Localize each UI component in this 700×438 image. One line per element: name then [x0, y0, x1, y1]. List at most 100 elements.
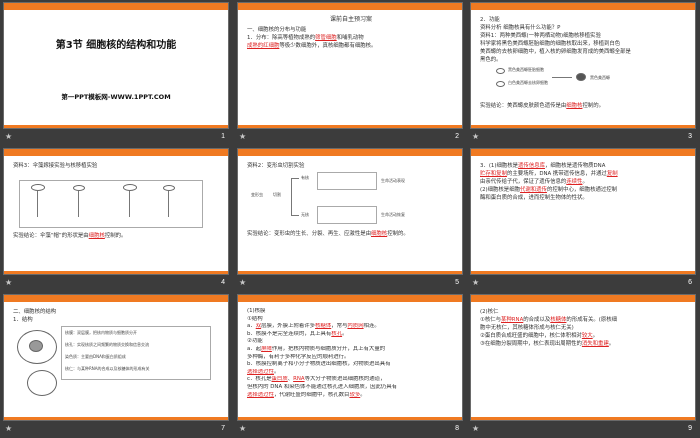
slide-body: 二、细胞核的结构 1．结构 核膜：双层膜，把核内物质与细胞质分开 核孔：实现核质…: [13, 308, 221, 415]
star-icon[interactable]: ★: [5, 277, 12, 289]
thumbnail-footer: ★ 3: [470, 131, 696, 143]
slide-body: (2)核仁 ①核仁与某种RNA的合成以及核糖体的形成有关。(原核细 胞中无核仁，…: [480, 308, 688, 415]
text-line: 一、细胞核的分布与功能: [247, 27, 307, 33]
slide-number: 1: [221, 133, 225, 140]
thumbnail-footer: ★ 2: [237, 131, 463, 143]
slide-bottom-bar: [4, 271, 228, 274]
result-box: [317, 206, 377, 224]
slide-4[interactable]: 资料3：伞藻嫁接实验与核移植实验 实验结论：伞藻“帽”的形状是由细胞核控制的。: [3, 148, 229, 275]
star-icon[interactable]: ★: [239, 423, 246, 435]
text-line: b．核膜控制离子和小分子物质进出细胞核，对物质进出具有: [247, 361, 391, 368]
slide-top-bar: [238, 3, 462, 10]
diagram-label: 黑色美西螈: [590, 75, 610, 80]
slide-thumbnail-4[interactable]: 资料3：伞藻嫁接实验与核移植实验 实验结论：伞藻“帽”的形状是由细胞核控制的。 …: [0, 146, 233, 292]
text-line: 资料分析 细胞核具有什么功能？P: [480, 25, 561, 31]
text-line: 贮存和复制的主要场所，DNA 携带遗传信息，并通过复制: [480, 171, 618, 177]
slide-number: 2: [455, 133, 459, 140]
section-header: 课前自主预习案: [329, 16, 372, 23]
thumbnail-footer: ★ 1: [3, 131, 229, 143]
star-icon[interactable]: ★: [472, 423, 479, 435]
slide-bottom-bar: [471, 417, 695, 420]
slide-3[interactable]: 2．功能 资料分析 细胞核具有什么功能？P 资料1：两种美西螈(一种两栖动物)细…: [470, 2, 696, 129]
slide-thumbnail-3[interactable]: 2．功能 资料分析 细胞核具有什么功能？P 资料1：两种美西螈(一种两栖动物)细…: [467, 0, 700, 146]
slide-body: (1)核膜 ①结构 a．双层膜，外膜上附着许多核糖体，常与内质网相连。 b．核膜…: [247, 308, 455, 415]
text-line: 但核内的 DNA 和染色体不能通过核孔进入细胞质，因此仍具有: [247, 383, 398, 390]
diagram-label: 变形虫: [251, 192, 263, 197]
text-line: c．核孔是蛋白质、RNA等大分子物质进出细胞核的通道，: [247, 376, 386, 383]
text-line: 美西螈的去核卵细胞中，植入核的卵细胞发育成的美西螈全部是: [480, 49, 631, 55]
slide-number: 8: [455, 425, 459, 432]
text-line: (1)核膜: [247, 308, 266, 314]
star-icon[interactable]: ★: [239, 131, 246, 143]
text-line: 3．(1)细胞核是遗传信息库，细胞核是遗传物质DNA: [480, 163, 606, 169]
star-icon[interactable]: ★: [472, 131, 479, 143]
text-line: ②蛋白质合成旺盛的细胞中，核仁体积相对较大。: [480, 333, 599, 339]
slide-2[interactable]: 课前自主预习案 一、细胞核的分布与功能 1．分布：除高等植物成熟的筛管细胞和哺乳…: [237, 2, 463, 129]
cap-shape: [31, 184, 45, 191]
embryo-cell: [496, 68, 505, 74]
cap-shape: [123, 184, 137, 191]
text-line: ③在细胞分裂周期中，核仁表现出周期性的消失和重建。: [480, 341, 615, 347]
slide-8[interactable]: (1)核膜 ①结构 a．双层膜，外膜上附着许多核糖体，常与内质网相连。 b．核膜…: [237, 294, 463, 421]
slide-9[interactable]: (2)核仁 ①核仁与某种RNA的合成以及核糖体的形成有关。(原核细 胞中无核仁，…: [470, 294, 696, 421]
slide-5[interactable]: 资料2：变形虫切割实验 变形虫 切割 有核 无核 生命活动表现 生命活动恢复 实…: [237, 148, 463, 275]
star-icon[interactable]: ★: [5, 423, 12, 435]
diagram-label: 生命活动恢复: [381, 212, 405, 217]
text-line: 资料1：两种美西螈(一种两栖动物)细胞核移植实验: [480, 33, 601, 39]
text-line: 实验结论：美西螈皮肤颜色遗传是由细胞核控制的。: [480, 103, 605, 109]
slide-body: 资料2：变形虫切割实验 变形虫 切割 有核 无核 生命活动表现 生命活动恢复 实…: [247, 162, 455, 269]
slide-bottom-bar: [238, 125, 462, 128]
text-line: 2．功能: [480, 17, 500, 23]
slide-number: 5: [455, 279, 459, 286]
diagram-frame: [19, 180, 203, 228]
slide-top-bar: [238, 149, 462, 156]
text-line: a．起屏障作用，把核内物质与细胞质分开，其上有大量的: [247, 345, 386, 352]
slide-number: 9: [688, 425, 692, 432]
text-line: 选择透过性。: [247, 368, 280, 375]
slide-bottom-bar: [471, 271, 695, 274]
slide-7[interactable]: 二、细胞核的结构 1．结构 核膜：双层膜，把核内物质与细胞质分开 核孔：实现核质…: [3, 294, 229, 421]
slide-number: 3: [688, 133, 692, 140]
star-icon[interactable]: ★: [239, 277, 246, 289]
slide-body: 资料3：伞藻嫁接实验与核移植实验 实验结论：伞藻“帽”的形状是由细胞核控制的。: [13, 162, 221, 269]
text-line: 由亲代传给子代，保证了遗传信息的连续性。: [480, 179, 588, 185]
slide-body: 3．(1)细胞核是遗传信息库，细胞核是遗传物质DNA 贮存和复制的主要场所，DN…: [480, 162, 688, 269]
stalk: [78, 191, 80, 217]
stalk: [168, 191, 170, 217]
stalk: [129, 191, 131, 217]
slide-thumbnail-9[interactable]: (2)核仁 ①核仁与某种RNA的合成以及核糖体的形成有关。(原核细 胞中无核仁，…: [467, 292, 700, 438]
slide-bottom-bar: [4, 125, 228, 128]
bracket: [291, 178, 299, 216]
slide-thumbnail-2[interactable]: 课前自主预习案 一、细胞核的分布与功能 1．分布：除高等植物成熟的筛管细胞和哺乳…: [234, 0, 467, 146]
grafting-diagram: [13, 170, 221, 232]
nucleolus: [29, 340, 43, 352]
slide-body: 课前自主预习案 一、细胞核的分布与功能 1．分布：除高等植物成熟的筛管细胞和哺乳…: [247, 16, 455, 123]
slide-thumbnail-8[interactable]: (1)核膜 ①结构 a．双层膜，外膜上附着许多核糖体，常与内质网相连。 b．核膜…: [234, 292, 467, 438]
diagram-label: 切割: [273, 192, 281, 197]
transplant-diagram: 黑色美西螈胚胎细胞 白色美西螈去核卵细胞 黑色美西螈: [480, 64, 688, 102]
slide-thumbnail-5[interactable]: 资料2：变形虫切割实验 变形虫 切割 有核 无核 生命活动表现 生命活动恢复 实…: [234, 146, 467, 292]
slide-top-bar: [4, 295, 228, 302]
text-line: 资料2：变形虫切割实验: [247, 163, 305, 169]
slide-number: 4: [221, 279, 225, 286]
diagram-label: 生命活动表现: [381, 178, 405, 183]
slide-thumbnail-6[interactable]: 3．(1)细胞核是遗传信息库，细胞核是遗传物质DNA 贮存和复制的主要场所，DN…: [467, 146, 700, 292]
diagram-label: 无核: [301, 212, 309, 217]
slide-bottom-bar: [238, 417, 462, 420]
diagram-label: 核孔：实现核质之间频繁的物质交换和信息交流: [65, 342, 149, 347]
text-line: 黑色的。: [480, 57, 502, 63]
star-icon[interactable]: ★: [472, 277, 479, 289]
star-icon[interactable]: ★: [5, 131, 12, 143]
text-line: 选择透过性，代谢旺盛的细胞中，核孔数目较多。: [247, 391, 366, 398]
arrow-line: [552, 77, 572, 78]
slide-1[interactable]: 第3节 细胞核的结构和功能 第一PPT模板网-WWW.1PPT.COM: [3, 2, 229, 129]
slide-thumbnail-1[interactable]: 第3节 细胞核的结构和功能 第一PPT模板网-WWW.1PPT.COM ★ 1: [0, 0, 233, 146]
slide-top-bar: [471, 149, 695, 156]
slide-6[interactable]: 3．(1)细胞核是遗传信息库，细胞核是遗传物质DNA 贮存和复制的主要场所，DN…: [470, 148, 696, 275]
diagram-label: 黑色美西螈胚胎细胞: [508, 67, 544, 72]
text-line: (2)细胞核是细胞代谢和遗传的控制中心，细胞核通过控制: [480, 187, 618, 193]
egg-cell: [496, 81, 505, 87]
diagram-label: 白色美西螈去核卵细胞: [508, 80, 548, 85]
slide-thumbnail-7[interactable]: 二、细胞核的结构 1．结构 核膜：双层膜，把核内物质与细胞质分开 核孔：实现核质…: [0, 292, 233, 438]
nucleus-inner: [27, 370, 57, 396]
